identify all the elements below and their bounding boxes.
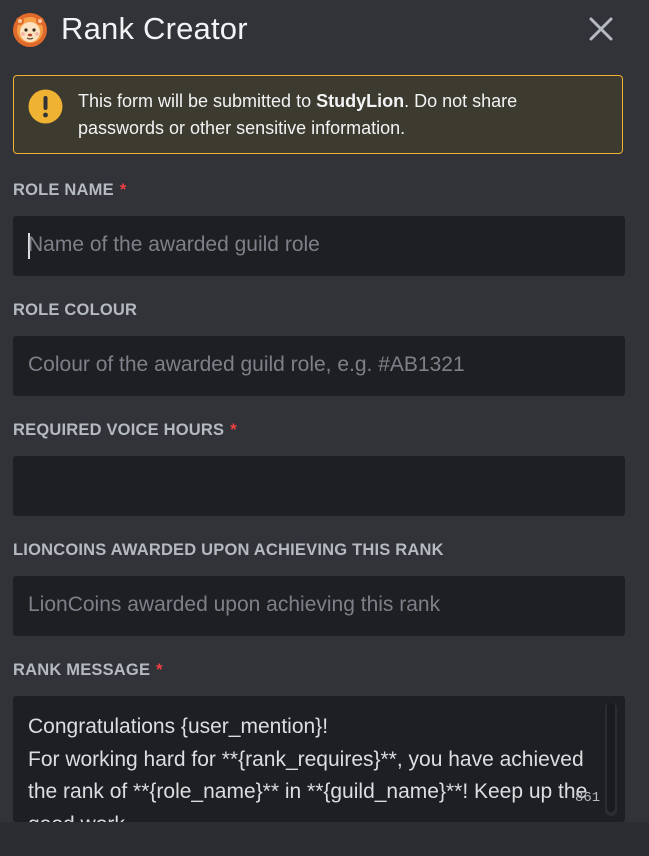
- close-button[interactable]: [584, 12, 618, 46]
- role-colour-label: ROLE COLOUR: [13, 301, 137, 320]
- rank-message-value: Congratulations {user_mention}! For work…: [28, 715, 588, 822]
- voice-hours-input[interactable]: [13, 456, 625, 516]
- lion-avatar-icon: [12, 12, 48, 48]
- modal-footer: [0, 822, 649, 856]
- rank-message-label-text: RANK MESSAGE: [13, 661, 151, 679]
- scrollbar-thumb[interactable]: [607, 702, 615, 812]
- required-mark: *: [156, 661, 163, 679]
- role-name-input[interactable]: Name of the awarded guild role: [13, 216, 625, 276]
- role-name-placeholder: Name of the awarded guild role: [28, 233, 320, 256]
- required-mark: *: [119, 181, 127, 199]
- warning-banner: This form will be submitted to StudyLion…: [13, 75, 623, 154]
- rank-message-label: RANK MESSAGE *: [13, 661, 163, 680]
- lioncoins-label-text: LIONCOINS AWARDED UPON ACHIEVING THIS RA…: [13, 541, 444, 559]
- modal-header: Rank Creator: [0, 0, 649, 60]
- character-count: 861: [575, 790, 601, 806]
- rank-message-textarea[interactable]: Congratulations {user_mention}! For work…: [13, 696, 625, 822]
- close-icon: [589, 17, 613, 41]
- role-name-label-text: ROLE NAME: [13, 181, 114, 199]
- voice-hours-label-text: REQUIRED VOICE HOURS: [13, 421, 225, 439]
- lioncoins-label: LIONCOINS AWARDED UPON ACHIEVING THIS RA…: [13, 541, 444, 560]
- voice-hours-label: REQUIRED VOICE HOURS *: [13, 421, 237, 440]
- role-name-label: ROLE NAME *: [13, 181, 126, 200]
- role-colour-placeholder: Colour of the awarded guild role, e.g. #…: [28, 353, 465, 376]
- required-mark: *: [230, 421, 237, 439]
- warning-app-name: StudyLion: [316, 91, 405, 111]
- role-colour-label-text: ROLE COLOUR: [13, 301, 138, 319]
- warning-text: This form will be submitted to StudyLion…: [78, 88, 608, 142]
- rank-creator-modal: Rank Creator This form will be submitted…: [0, 0, 649, 856]
- exclamation-icon: [28, 89, 63, 124]
- modal-title: Rank Creator: [61, 11, 248, 46]
- lioncoins-placeholder: LionCoins awarded upon achieving this ra…: [28, 593, 441, 616]
- role-colour-input[interactable]: Colour of the awarded guild role, e.g. #…: [13, 336, 625, 396]
- lioncoins-input[interactable]: LionCoins awarded upon achieving this ra…: [13, 576, 625, 636]
- warning-text-start: This form will be submitted to: [78, 91, 317, 111]
